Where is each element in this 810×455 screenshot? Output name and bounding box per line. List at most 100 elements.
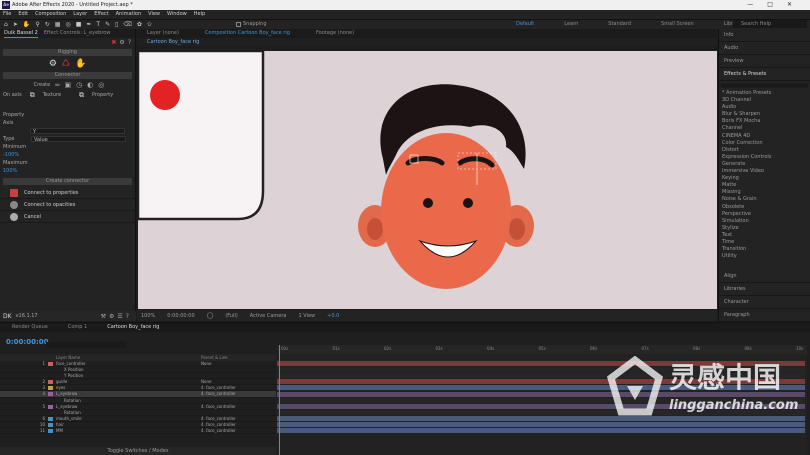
brush-tool-icon[interactable]: ✎ bbox=[105, 21, 110, 28]
effects-category[interactable]: Boris FX Mocha bbox=[719, 118, 810, 125]
effects-category[interactable]: Obsolete bbox=[719, 204, 810, 211]
effects-category[interactable]: Time bbox=[719, 239, 810, 246]
effects-category[interactable]: Matte bbox=[719, 182, 810, 189]
layer-switches[interactable] bbox=[131, 391, 201, 396]
layer-name[interactable]: eyes bbox=[56, 385, 131, 390]
layer-color-label[interactable] bbox=[48, 380, 53, 385]
paragraph-panel-header[interactable]: Paragraph bbox=[719, 309, 810, 323]
effects-category[interactable]: Perspective bbox=[719, 211, 810, 218]
views-dropdown[interactable]: 1 View bbox=[298, 313, 315, 319]
home-icon[interactable]: ⌂ bbox=[4, 21, 8, 28]
layer-parent-dropdown[interactable] bbox=[201, 398, 261, 403]
effects-category[interactable]: 3D Channel bbox=[719, 97, 810, 104]
puppet-pin-icon[interactable]: ✩ bbox=[147, 21, 152, 28]
toggle-switches-modes[interactable]: Toggle Switches / Modes bbox=[0, 447, 276, 455]
layer-name[interactable]: face_controller bbox=[56, 361, 131, 366]
layer-parent-dropdown[interactable] bbox=[201, 367, 261, 372]
exposure-value[interactable]: +0.0 bbox=[327, 313, 339, 319]
layer-name[interactable]: Rotation bbox=[56, 398, 131, 403]
rotate-tool-icon[interactable]: ↻ bbox=[45, 21, 50, 28]
layer-switches[interactable] bbox=[131, 385, 201, 390]
help-icon[interactable]: ? bbox=[128, 39, 131, 46]
target-icon[interactable]: ◎ bbox=[98, 81, 104, 89]
menu-edit[interactable]: Edit bbox=[18, 10, 28, 19]
effects-category[interactable]: Channel bbox=[719, 125, 810, 132]
type-dropdown[interactable]: Value bbox=[31, 136, 126, 143]
layer-color-label[interactable] bbox=[48, 392, 53, 397]
layer-name[interactable]: X Position bbox=[56, 367, 131, 372]
tab-composition[interactable]: Composition Cartoon Boy_face rig bbox=[205, 29, 290, 38]
connect-properties-button[interactable]: Connect to properties bbox=[0, 187, 135, 199]
layer-switches[interactable] bbox=[131, 361, 201, 366]
effects-category[interactable]: Immersive Video bbox=[719, 168, 810, 175]
tab-comp-1[interactable]: Comp 1 bbox=[68, 323, 87, 332]
layer-switches[interactable] bbox=[131, 410, 201, 415]
dial-icon[interactable]: ◐ bbox=[87, 81, 93, 89]
layer-name[interactable]: L_eyebrow bbox=[56, 404, 131, 409]
layer-switches[interactable] bbox=[131, 379, 201, 384]
camera-snapshot-icon[interactable]: ◯ bbox=[207, 312, 214, 319]
layer-color-label[interactable] bbox=[48, 422, 53, 427]
workspace-standard[interactable]: Standard bbox=[608, 20, 631, 28]
layer-switches[interactable] bbox=[131, 404, 201, 409]
layer-color-label[interactable] bbox=[48, 386, 53, 391]
layer-name[interactable]: Y Position bbox=[56, 373, 131, 378]
snapping-toggle[interactable]: Snapping bbox=[236, 20, 267, 28]
workspace-learn[interactable]: Learn bbox=[564, 20, 578, 28]
effects-category[interactable]: Transition bbox=[719, 246, 810, 253]
tab-face-rig[interactable]: Cartoon Boy_face rig bbox=[107, 323, 159, 332]
playhead[interactable] bbox=[279, 345, 280, 455]
layer-row[interactable]: 11 MM 4. face_controller bbox=[0, 428, 276, 435]
connector-header[interactable]: Connector bbox=[3, 72, 132, 79]
type-tool-icon[interactable]: T bbox=[96, 21, 100, 28]
effects-category[interactable]: Missing bbox=[719, 189, 810, 196]
layer-parent-dropdown[interactable] bbox=[201, 373, 261, 378]
workspace-small-screen[interactable]: Small Screen bbox=[661, 20, 694, 28]
layer-parent-dropdown[interactable]: 4. face_controller bbox=[201, 391, 261, 396]
axis-dropdown[interactable]: Y bbox=[30, 128, 125, 135]
layer-parent-dropdown[interactable]: 4. face_controller bbox=[201, 416, 261, 421]
rectangle-tool-icon[interactable]: ■ bbox=[76, 21, 82, 28]
resolution-dropdown[interactable]: (Full) bbox=[225, 313, 237, 319]
tab-duik[interactable]: Duik Bassel 2 bbox=[4, 29, 38, 38]
tab-render-queue[interactable]: Render Queue bbox=[12, 323, 48, 332]
pan-behind-icon[interactable]: ◎ bbox=[65, 21, 70, 28]
layer-name[interactable]: MM bbox=[56, 428, 131, 433]
character-panel-header[interactable]: Character bbox=[719, 296, 810, 310]
camera-tool-icon[interactable]: ▦ bbox=[55, 21, 61, 28]
property-icon[interactable]: ⧉ bbox=[79, 91, 84, 99]
camera-dropdown[interactable]: Active Camera bbox=[250, 313, 287, 319]
layer-name[interactable]: Rotation bbox=[56, 410, 131, 415]
layer-parent-dropdown[interactable]: None bbox=[201, 361, 261, 366]
menu-layer[interactable]: Layer bbox=[73, 10, 87, 19]
layer-switches[interactable] bbox=[131, 416, 201, 421]
effects-category[interactable]: Text bbox=[719, 232, 810, 239]
menu-animation[interactable]: Animation bbox=[116, 10, 142, 19]
audio-panel-header[interactable]: Audio bbox=[719, 42, 810, 55]
effects-category[interactable]: * Animation Presets bbox=[719, 90, 810, 97]
layer-search-input[interactable] bbox=[46, 342, 126, 348]
clone-stamp-icon[interactable]: ▯ bbox=[115, 21, 118, 28]
layer-switches[interactable] bbox=[131, 373, 201, 378]
effects-category[interactable]: Color Correction bbox=[719, 140, 810, 147]
tab-layer[interactable]: Layer (none) bbox=[147, 29, 179, 38]
timeline-timecode[interactable]: 0:00:00:00 bbox=[6, 338, 49, 346]
window-controls[interactable]: —□✕ bbox=[747, 0, 806, 10]
layer-name[interactable]: hair bbox=[56, 422, 131, 427]
zoom-tool-icon[interactable]: ⚲ bbox=[35, 21, 39, 28]
layer-parent-dropdown[interactable]: 4. face_controller bbox=[201, 428, 261, 433]
info-panel-header[interactable]: Info bbox=[719, 29, 810, 42]
menu-window[interactable]: Window bbox=[167, 10, 187, 19]
effects-category[interactable]: Stylize bbox=[719, 225, 810, 232]
character-artwork[interactable] bbox=[138, 51, 717, 309]
roto-brush-icon[interactable]: ✿ bbox=[137, 21, 142, 28]
menu-composition[interactable]: Composition bbox=[35, 10, 66, 19]
effects-category[interactable]: Simulation bbox=[719, 218, 810, 225]
layer-name[interactable]: guide bbox=[56, 379, 131, 384]
effects-search-input[interactable] bbox=[721, 83, 808, 88]
max-value[interactable]: 100% bbox=[3, 167, 17, 175]
effects-category[interactable]: Expression Controls bbox=[719, 154, 810, 161]
snapping-checkbox[interactable] bbox=[236, 21, 241, 27]
selection-tool-icon[interactable]: ➤ bbox=[13, 21, 18, 28]
effects-category[interactable]: Blur & Sharpen bbox=[719, 111, 810, 118]
